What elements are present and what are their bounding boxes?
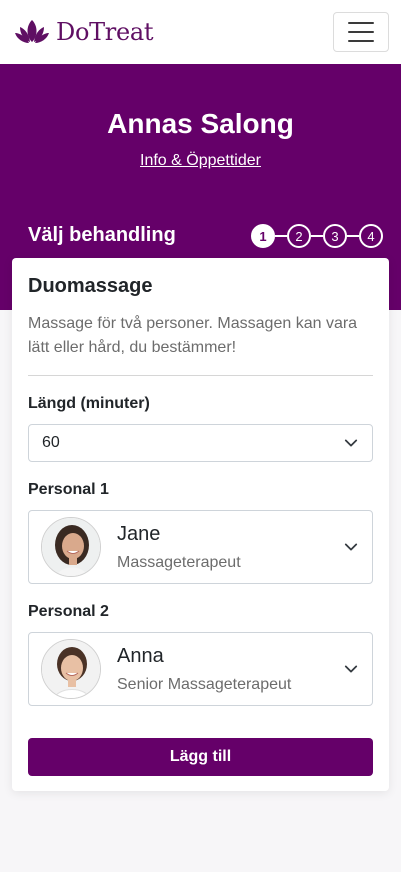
length-label: Längd (minuter) xyxy=(28,395,150,412)
chevron-down-icon xyxy=(344,543,358,551)
chevron-down-icon xyxy=(344,665,358,673)
avatar xyxy=(41,517,101,577)
staff1-role: Massageterapeut xyxy=(117,553,241,571)
treatment-title: Duomassage xyxy=(28,275,153,297)
info-opening-hours-link[interactable]: Info & Öppettider xyxy=(0,152,401,170)
brand-name: DoTreat xyxy=(56,18,154,46)
staff1-label: Personal 1 xyxy=(28,481,109,498)
step-4: 4 xyxy=(359,224,383,248)
hamburger-menu-icon[interactable] xyxy=(333,12,389,52)
treatment-description: Massage för två personer. Massagen kan v… xyxy=(28,315,358,356)
step-2: 2 xyxy=(287,224,311,248)
staff2-select[interactable]: Anna Senior Massageterapeut xyxy=(28,632,373,706)
length-value: 60 xyxy=(42,434,60,451)
treatment-card: Duomassage Massage för två personer. Mas… xyxy=(12,258,389,791)
brand-logo[interactable]: DoTreat xyxy=(14,18,154,46)
lotus-logo-icon xyxy=(15,20,49,43)
staff2-label: Personal 2 xyxy=(28,603,109,620)
step-connector xyxy=(311,235,323,237)
step-connector xyxy=(275,235,287,237)
staff2-role: Senior Massageterapeut xyxy=(117,675,292,693)
step-title: Välj behandling xyxy=(28,224,176,246)
add-button[interactable]: Lägg till xyxy=(28,738,373,776)
length-select[interactable]: 60 xyxy=(28,424,373,462)
staff2-name: Anna xyxy=(117,644,164,667)
avatar xyxy=(41,639,101,699)
chevron-down-icon xyxy=(344,439,358,447)
salon-name: Annas Salong xyxy=(107,108,294,139)
step-connector xyxy=(347,235,359,237)
step-1: 1 xyxy=(251,224,275,248)
step-indicator: 1 2 3 4 xyxy=(251,224,383,248)
staff1-name: Jane xyxy=(117,522,161,545)
navbar: DoTreat xyxy=(0,0,401,64)
divider xyxy=(28,375,373,376)
staff1-select[interactable]: Jane Massageterapeut xyxy=(28,510,373,584)
step-3: 3 xyxy=(323,224,347,248)
